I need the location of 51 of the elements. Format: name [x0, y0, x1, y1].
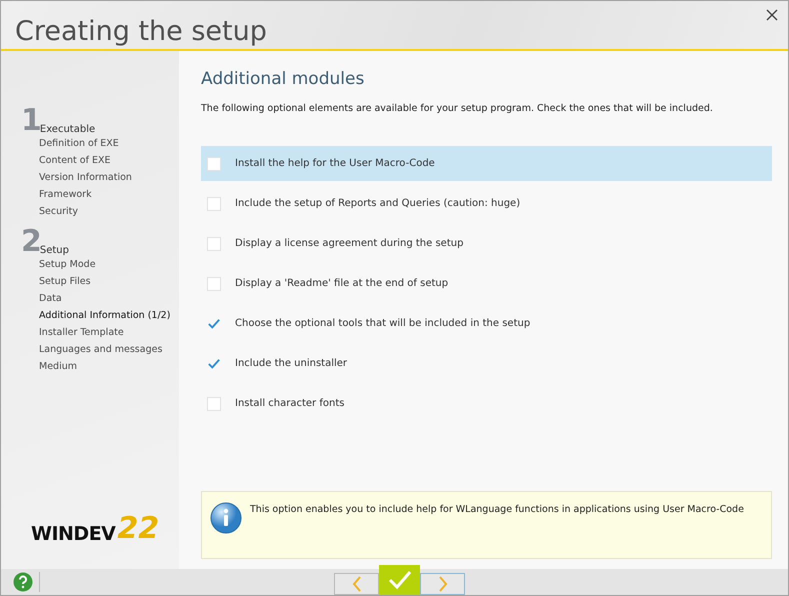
sidebar-item[interactable]: Medium: [1, 358, 179, 375]
option-label: Include the setup of Reports and Queries (caution: huge): [235, 198, 520, 209]
back-button[interactable]: [334, 573, 379, 595]
option-row[interactable]: Include the setup of Reports and Queries (caution: huge): [201, 186, 772, 221]
sidebar-item[interactable]: Content of EXE: [1, 152, 179, 169]
sidebar-item[interactable]: Installer Template: [1, 324, 179, 341]
chevron-right-icon: [438, 576, 448, 592]
chevron-left-icon: [352, 576, 362, 592]
help-icon[interactable]: [13, 572, 33, 592]
sidebar-item[interactable]: Setup Mode: [1, 256, 179, 273]
checkbox[interactable]: [207, 196, 221, 210]
checkbox[interactable]: [207, 316, 221, 330]
sidebar-item[interactable]: Security: [1, 203, 179, 220]
checkbox[interactable]: [207, 356, 221, 370]
option-row[interactable]: Choose the optional tools that will be included in the setup: [201, 306, 772, 341]
sidebar-item[interactable]: Additional Information (1/2): [1, 307, 179, 324]
option-label: Display a license agreement during the setup: [235, 238, 464, 249]
sidebar-item[interactable]: Languages and messages: [1, 341, 179, 358]
option-label: Choose the optional tools that will be included in the setup: [235, 318, 530, 329]
sidebar-item[interactable]: Definition of EXE: [1, 135, 179, 152]
sidebar-item[interactable]: Data: [1, 290, 179, 307]
option-label: Include the uninstaller: [235, 358, 348, 369]
checkbox[interactable]: [207, 276, 221, 290]
info-text: This option enables you to include help for WLanguage functions in applications using User Macro-Code: [250, 503, 744, 515]
step-title: Setup: [40, 245, 69, 256]
step-number: 2: [21, 228, 42, 256]
step-number: 1: [21, 107, 42, 135]
checkbox[interactable]: [207, 236, 221, 250]
next-button[interactable]: [420, 573, 465, 595]
info-icon: [210, 502, 242, 534]
option-row[interactable]: Install the help for the User Macro-Code: [201, 146, 772, 181]
option-row[interactable]: Install character fonts: [201, 386, 772, 421]
option-label: Display a 'Readme' file at the end of setup: [235, 278, 448, 289]
sidebar-item[interactable]: Setup Files: [1, 273, 179, 290]
sidebar-item[interactable]: Framework: [1, 186, 179, 203]
option-row[interactable]: Display a 'Readme' file at the end of setup: [201, 266, 772, 301]
description-text: The following optional elements are available for your setup program. Check the ones that will be included.: [201, 103, 714, 114]
option-row[interactable]: Display a license agreement during the setup: [201, 226, 772, 261]
checkbox[interactable]: [207, 396, 221, 410]
checkbox[interactable]: [207, 156, 221, 170]
option-row[interactable]: Include the uninstaller: [201, 346, 772, 381]
checkmark-icon: [388, 570, 412, 590]
finish-button[interactable]: [379, 565, 420, 595]
logo-version: 22: [117, 513, 160, 545]
page-heading: Additional modules: [201, 69, 366, 89]
window-title: Creating the setup: [15, 16, 267, 47]
step-title: Executable: [40, 124, 96, 135]
option-label: Install the help for the User Macro-Code: [235, 158, 435, 169]
logo-wordmark: WINDEV: [31, 523, 116, 545]
option-label: Install character fonts: [235, 398, 344, 409]
sidebar-item[interactable]: Version Information: [1, 169, 179, 186]
